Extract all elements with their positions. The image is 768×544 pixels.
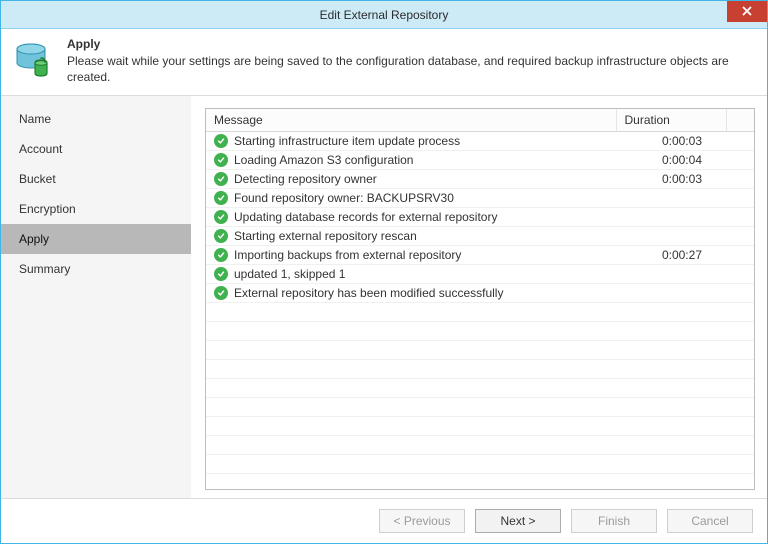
page-title: Apply (67, 37, 755, 51)
table-row[interactable]: Importing backups from external reposito… (206, 246, 754, 265)
progress-table: Message Duration Starting infrastructure… (206, 109, 754, 490)
finish-button[interactable]: Finish (571, 509, 657, 533)
table-row (206, 379, 754, 398)
row-message: Importing backups from external reposito… (234, 248, 461, 262)
sidebar-item-label: Summary (19, 262, 70, 276)
page-subtitle: Please wait while your settings are bein… (67, 53, 755, 85)
success-icon (214, 172, 228, 186)
row-duration: 0:00:04 (616, 151, 726, 170)
repository-icon (13, 39, 55, 81)
titlebar: Edit External Repository (1, 1, 767, 29)
sidebar-item-label: Apply (19, 232, 49, 246)
previous-button[interactable]: < Previous (379, 509, 465, 533)
row-duration: 0:00:27 (616, 246, 726, 265)
sidebar-item-summary[interactable]: Summary (1, 254, 191, 284)
row-duration (616, 265, 726, 284)
column-header-spacer (726, 109, 754, 132)
sidebar-item-encryption[interactable]: Encryption (1, 194, 191, 224)
success-icon (214, 191, 228, 205)
sidebar-item-account[interactable]: Account (1, 134, 191, 164)
sidebar-item-label: Encryption (19, 202, 76, 216)
row-duration: 0:00:03 (616, 132, 726, 151)
table-row (206, 303, 754, 322)
table-row (206, 341, 754, 360)
success-icon (214, 267, 228, 281)
table-row[interactable]: Starting external repository rescan (206, 227, 754, 246)
success-icon (214, 248, 228, 262)
main-panel: Message Duration Starting infrastructure… (191, 96, 767, 498)
header: Apply Please wait while your settings ar… (1, 29, 767, 95)
success-icon (214, 210, 228, 224)
table-row[interactable]: Detecting repository owner 0:00:03 (206, 170, 754, 189)
row-message: Loading Amazon S3 configuration (234, 153, 413, 167)
table-row (206, 417, 754, 436)
window-title: Edit External Repository (320, 8, 449, 22)
row-duration (616, 189, 726, 208)
row-message: Starting external repository rescan (234, 229, 417, 243)
wizard-sidebar: Name Account Bucket Encryption Apply Summary (1, 96, 191, 498)
table-row (206, 360, 754, 379)
row-duration (616, 208, 726, 227)
table-row[interactable]: Found repository owner: BACKUPSRV30 (206, 189, 754, 208)
table-row[interactable]: updated 1, skipped 1 (206, 265, 754, 284)
cancel-button[interactable]: Cancel (667, 509, 753, 533)
row-message: External repository has been modified su… (234, 286, 503, 300)
success-icon (214, 229, 228, 243)
progress-grid: Message Duration Starting infrastructure… (205, 108, 755, 490)
row-message: Found repository owner: BACKUPSRV30 (234, 191, 454, 205)
table-row (206, 474, 754, 490)
sidebar-item-bucket[interactable]: Bucket (1, 164, 191, 194)
row-message: Detecting repository owner (234, 172, 377, 186)
success-icon (214, 153, 228, 167)
table-row[interactable]: Updating database records for external r… (206, 208, 754, 227)
row-message: Updating database records for external r… (234, 210, 497, 224)
sidebar-item-name[interactable]: Name (1, 104, 191, 134)
sidebar-item-label: Account (19, 142, 62, 156)
row-message: updated 1, skipped 1 (234, 267, 345, 281)
close-icon (742, 5, 752, 19)
body: NameAccountBucketEncryptionApplySummary … (1, 95, 767, 498)
sidebar-item-label: Bucket (19, 172, 56, 186)
close-button[interactable] (727, 1, 767, 22)
footer: < Previous Next > Finish Cancel (1, 498, 767, 543)
table-row (206, 436, 754, 455)
table-row (206, 322, 754, 341)
table-row[interactable]: Loading Amazon S3 configuration 0:00:04 (206, 151, 754, 170)
row-duration (616, 284, 726, 303)
success-icon (214, 134, 228, 148)
table-row[interactable]: Starting infrastructure item update proc… (206, 132, 754, 151)
dialog-window: Edit External Repository Apply Please wa… (0, 0, 768, 544)
row-message: Starting infrastructure item update proc… (234, 134, 460, 148)
table-row (206, 398, 754, 417)
table-row (206, 455, 754, 474)
table-row[interactable]: External repository has been modified su… (206, 284, 754, 303)
sidebar-item-apply[interactable]: Apply (1, 224, 191, 254)
next-button[interactable]: Next > (475, 509, 561, 533)
success-icon (214, 286, 228, 300)
header-text: Apply Please wait while your settings ar… (67, 37, 755, 85)
column-header-duration[interactable]: Duration (616, 109, 726, 132)
row-duration (616, 227, 726, 246)
sidebar-item-label: Name (19, 112, 51, 126)
row-duration: 0:00:03 (616, 170, 726, 189)
column-header-message[interactable]: Message (206, 109, 616, 132)
